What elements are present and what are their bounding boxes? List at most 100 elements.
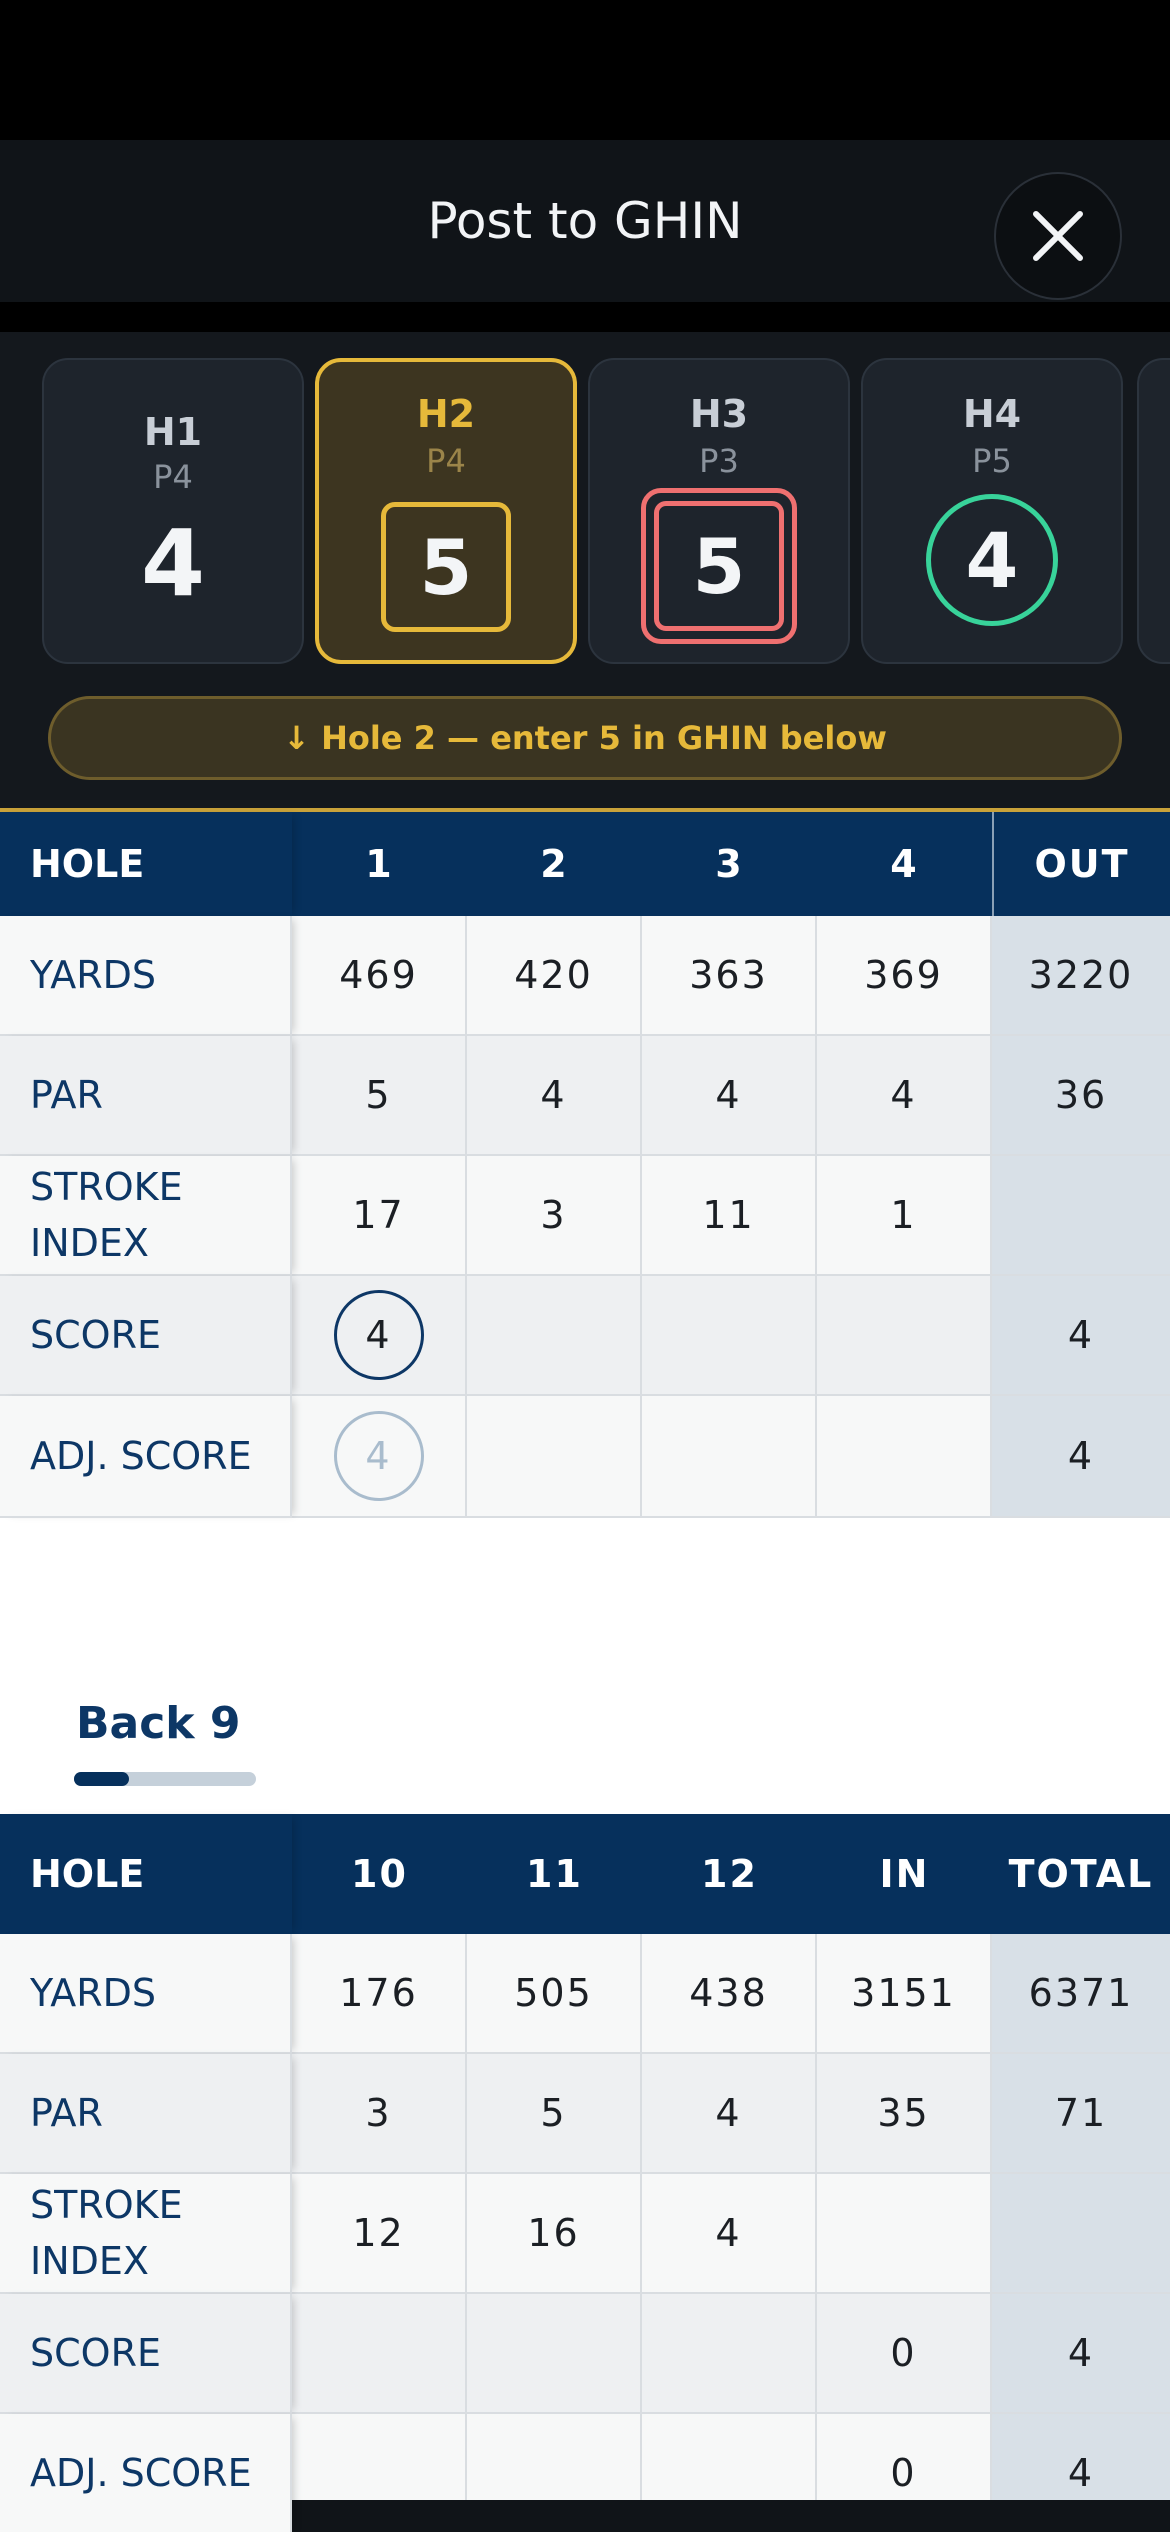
table-cell[interactable] (292, 2294, 467, 2414)
hole-card-1[interactable]: H1 P4 4 (42, 358, 304, 664)
table-cell: 4 (642, 2174, 817, 2294)
row-label: YARDS (0, 1934, 292, 2054)
adj-score-circle: 4 (333, 1411, 424, 1501)
table-cell: 363 (642, 916, 817, 1036)
total-cell: 36 (992, 1036, 1170, 1156)
section-spacer (0, 1518, 1170, 1814)
hole-par: P5 (972, 442, 1012, 480)
table-cell: 438 (642, 1934, 817, 2054)
table-cell: 505 (467, 1934, 642, 2054)
header-cell: 10 (292, 1814, 467, 1934)
table-cell: 369 (817, 916, 992, 1036)
hole-par: P4 (426, 442, 466, 480)
double-bogey-inner-box (654, 501, 784, 631)
header-cell: OUT (992, 812, 1170, 916)
header-cell: 3 (642, 812, 817, 916)
table-cell: 4 (642, 2054, 817, 2174)
table-cell[interactable]: 4 (292, 1276, 467, 1396)
hole-number: H2 (416, 392, 476, 436)
birdie-score-circle: 4 (926, 494, 1058, 626)
table-cell[interactable] (467, 2294, 642, 2414)
table-cell (467, 1396, 642, 1518)
table-cell: 3151 (817, 1934, 992, 2054)
hole-score: 4 (140, 510, 205, 617)
table-cell: 16 (467, 2174, 642, 2294)
total-cell: 4 (992, 2294, 1170, 2414)
table-cell: 5 (292, 1036, 467, 1156)
table-cell: 3 (292, 2054, 467, 2174)
row-label: PAR (0, 1036, 292, 1156)
table-cell[interactable] (642, 1276, 817, 1396)
table-cell[interactable] (467, 1276, 642, 1396)
header-cell: 11 (467, 1814, 642, 1934)
table-header-row: HOLE 10 11 12 IN TOTAL (0, 1814, 1170, 1934)
back-nine-progress (74, 1772, 256, 1786)
total-cell: 6371 (992, 1934, 1170, 2054)
header-cell: IN (817, 1814, 992, 1934)
table-cell: 469 (292, 916, 467, 1036)
total-cell: 4 (992, 1396, 1170, 1518)
header-cell: 12 (642, 1814, 817, 1934)
row-label: SCORE (0, 2294, 292, 2414)
table-cell (817, 1396, 992, 1518)
table-cell[interactable] (817, 1276, 992, 1396)
row-label: YARDS (0, 916, 292, 1036)
hole-instruction-banner: ↓ Hole 2 — enter 5 in GHIN below (48, 696, 1122, 780)
table-cell (817, 2174, 992, 2294)
hole-par: P3 (699, 442, 739, 480)
hole-score: 4 (965, 515, 1019, 605)
hole-number: H1 (143, 410, 203, 454)
page-title: Post to GHIN (427, 192, 743, 250)
row-label: SCORE (0, 1276, 292, 1396)
total-cell (992, 2174, 1170, 2294)
table-row: STROKE INDEX 12 16 4 (0, 2174, 1170, 2294)
total-cell: 3220 (992, 916, 1170, 1036)
header-cell: TOTAL (992, 1814, 1170, 1934)
hole-card-5[interactable] (1137, 358, 1170, 664)
hole-carousel[interactable]: H1 P4 4 H2 P4 5 H3 P3 5 H4 P5 4 ↓ Hole 2… (0, 332, 1170, 810)
table-cell: 4 (292, 1396, 467, 1518)
hole-number: H3 (689, 392, 749, 436)
table-cell: 1 (817, 1156, 992, 1276)
hole-par: P4 (153, 458, 193, 496)
hole-score: 5 (419, 522, 473, 612)
table-cell: 420 (467, 916, 642, 1036)
table-cell: 11 (642, 1156, 817, 1276)
table-row: SCORE 0 4 (0, 2294, 1170, 2414)
total-cell (992, 1156, 1170, 1276)
table-row: PAR 5 4 4 4 36 (0, 1036, 1170, 1156)
status-bar (0, 0, 1170, 140)
row-label: STROKE INDEX (0, 1156, 292, 1276)
table-cell: 176 (292, 1934, 467, 2054)
hole-card-3[interactable]: H3 P3 5 (588, 358, 850, 664)
row-label: PAR (0, 2054, 292, 2174)
table-cell: 3 (467, 1156, 642, 1276)
table-cell: 4 (467, 1036, 642, 1156)
row-label: ADJ. SCORE (0, 2414, 292, 2532)
bogey-score-box: 5 (381, 502, 511, 632)
table-cell: 17 (292, 1156, 467, 1276)
back-nine-tab[interactable]: Back 9 (76, 1698, 241, 1749)
table-cell[interactable] (642, 2294, 817, 2414)
double-bogey-score-box: 5 (641, 488, 797, 644)
close-button[interactable] (994, 172, 1122, 300)
table-cell: 4 (817, 1036, 992, 1156)
header-cell: 4 (817, 812, 992, 916)
header-cell: 1 (292, 812, 467, 916)
score-circle: 4 (333, 1290, 424, 1380)
close-icon (1033, 211, 1083, 261)
hole-number: H4 (962, 392, 1022, 436)
table-cell (642, 1396, 817, 1518)
table-cell: 12 (292, 2174, 467, 2294)
table-header-row: HOLE 1 2 3 4 OUT (0, 812, 1170, 916)
header-cell: HOLE (0, 812, 292, 916)
hole-card-4[interactable]: H4 P5 4 (861, 358, 1123, 664)
back-nine-progress-fill (74, 1772, 129, 1786)
row-label: STROKE INDEX (0, 2174, 292, 2294)
hole-card-2[interactable]: H2 P4 5 (315, 358, 577, 664)
table-cell: 0 (817, 2294, 992, 2414)
header-cell: 2 (467, 812, 642, 916)
row-label: ADJ. SCORE (0, 1396, 292, 1518)
table-row: SCORE 4 4 (0, 1276, 1170, 1396)
table-cell: 4 (642, 1036, 817, 1156)
